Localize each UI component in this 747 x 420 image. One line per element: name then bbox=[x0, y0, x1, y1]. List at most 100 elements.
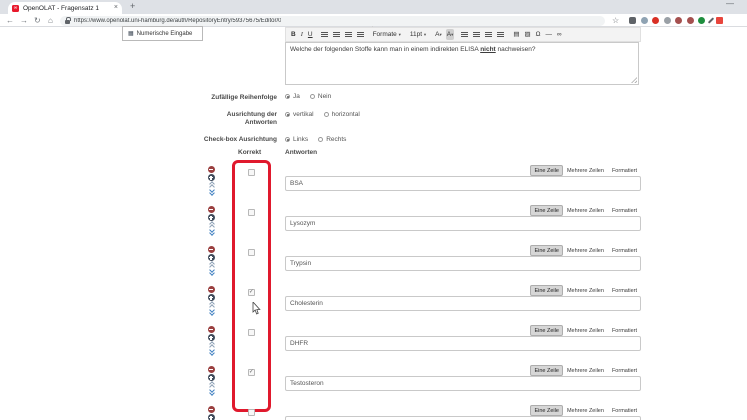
move-down-icon[interactable] bbox=[208, 189, 215, 195]
remove-answer-icon[interactable] bbox=[208, 406, 215, 413]
italic-button[interactable]: I bbox=[300, 29, 304, 40]
correct-checkbox[interactable] bbox=[248, 169, 255, 176]
move-down-icon[interactable] bbox=[208, 349, 215, 355]
extension-icon[interactable] bbox=[652, 17, 659, 24]
answer-input[interactable] bbox=[285, 256, 641, 271]
horizontal-rule-icon[interactable]: — bbox=[545, 29, 554, 40]
radio-option-nein[interactable]: Nein bbox=[310, 93, 331, 100]
palette-item-numerische-eingabe[interactable]: ▦ Numerische Eingabe bbox=[122, 26, 203, 41]
correct-checkbox[interactable]: ✓ bbox=[248, 369, 255, 376]
link-icon[interactable]: ∞ bbox=[556, 29, 563, 40]
radio-option-links[interactable]: Links bbox=[285, 136, 308, 143]
radio-icon[interactable] bbox=[318, 137, 323, 142]
extension-icon[interactable] bbox=[664, 17, 671, 24]
single-line-button[interactable]: Eine Zeile bbox=[530, 365, 562, 376]
remove-answer-icon[interactable] bbox=[208, 326, 215, 333]
multi-line-button[interactable]: Mehrere Zeilen bbox=[563, 405, 608, 416]
add-answer-icon[interactable] bbox=[208, 174, 215, 181]
answer-input[interactable] bbox=[285, 216, 641, 231]
answer-input[interactable] bbox=[285, 416, 641, 420]
remove-answer-icon[interactable] bbox=[208, 166, 215, 173]
back-icon[interactable]: ← bbox=[6, 14, 14, 27]
correct-checkbox[interactable] bbox=[248, 209, 255, 216]
extension-icon[interactable] bbox=[629, 17, 636, 24]
formatted-button[interactable]: Formatiert bbox=[608, 365, 641, 376]
add-answer-icon[interactable] bbox=[208, 374, 215, 381]
tab-close-icon[interactable]: × bbox=[114, 2, 118, 14]
remove-answer-icon[interactable] bbox=[208, 206, 215, 213]
resize-handle[interactable] bbox=[631, 77, 637, 83]
special-char-icon[interactable]: Ω bbox=[535, 29, 542, 40]
correct-checkbox[interactable] bbox=[248, 249, 255, 256]
single-line-button[interactable]: Eine Zeile bbox=[530, 245, 562, 256]
reload-icon[interactable]: ↻ bbox=[34, 14, 41, 27]
multi-line-button[interactable]: Mehrere Zeilen bbox=[563, 285, 608, 296]
text-color-button[interactable]: A▾ bbox=[434, 29, 443, 40]
numbered-list-icon[interactable] bbox=[473, 32, 480, 37]
radio-option-rechts[interactable]: Rechts bbox=[318, 136, 346, 143]
justify-icon[interactable] bbox=[357, 32, 364, 37]
remove-answer-icon[interactable] bbox=[208, 286, 215, 293]
add-answer-icon[interactable] bbox=[208, 214, 215, 221]
fontsize-dropdown[interactable]: 11pt ▾ bbox=[409, 29, 427, 40]
single-line-button[interactable]: Eine Zeile bbox=[530, 205, 562, 216]
multi-line-button[interactable]: Mehrere Zeilen bbox=[563, 245, 608, 256]
multi-line-button[interactable]: Mehrere Zeilen bbox=[563, 205, 608, 216]
answer-input[interactable] bbox=[285, 296, 641, 311]
media-icon[interactable]: ▤ bbox=[512, 29, 520, 40]
answer-input[interactable] bbox=[285, 376, 641, 391]
single-line-button[interactable]: Eine Zeile bbox=[530, 325, 562, 336]
add-answer-icon[interactable] bbox=[208, 254, 215, 261]
correct-checkbox[interactable] bbox=[248, 329, 255, 336]
extension-icon[interactable] bbox=[716, 17, 723, 24]
extension-icon[interactable] bbox=[641, 17, 648, 24]
formatted-button[interactable]: Formatiert bbox=[608, 325, 641, 336]
align-right-icon[interactable] bbox=[345, 32, 352, 37]
move-down-icon[interactable] bbox=[208, 309, 215, 315]
formatted-button[interactable]: Formatiert bbox=[608, 165, 641, 176]
radio-icon[interactable] bbox=[285, 112, 290, 117]
radio-icon[interactable] bbox=[285, 137, 290, 142]
formatted-button[interactable]: Formatiert bbox=[608, 285, 641, 296]
question-textarea[interactable]: Welche der folgenden Stoffe kann man in … bbox=[285, 42, 639, 85]
correct-checkbox[interactable]: ✓ bbox=[248, 289, 255, 296]
extension-pencil-icon[interactable] bbox=[707, 17, 713, 23]
underline-button[interactable]: U bbox=[307, 29, 314, 40]
formatted-button[interactable]: Formatiert bbox=[608, 205, 641, 216]
align-center-icon[interactable] bbox=[333, 32, 340, 37]
bullet-list-icon[interactable] bbox=[461, 32, 468, 37]
move-down-icon[interactable] bbox=[208, 269, 215, 275]
home-icon[interactable]: ⌂ bbox=[48, 14, 53, 27]
add-answer-icon[interactable] bbox=[208, 294, 215, 301]
multi-line-button[interactable]: Mehrere Zeilen bbox=[563, 165, 608, 176]
single-line-button[interactable]: Eine Zeile bbox=[530, 285, 562, 296]
radio-icon[interactable] bbox=[310, 94, 315, 99]
answer-input[interactable] bbox=[285, 336, 641, 351]
bold-button[interactable]: B bbox=[290, 29, 297, 40]
align-left-icon[interactable] bbox=[321, 32, 328, 37]
outdent-icon[interactable] bbox=[485, 32, 492, 37]
add-answer-icon[interactable] bbox=[208, 414, 215, 420]
correct-checkbox[interactable] bbox=[248, 409, 255, 416]
format-dropdown[interactable]: Formate ▾ bbox=[372, 29, 402, 40]
single-line-button[interactable]: Eine Zeile bbox=[530, 405, 562, 416]
formatted-button[interactable]: Formatiert bbox=[608, 405, 641, 416]
add-answer-icon[interactable] bbox=[208, 334, 215, 341]
address-field[interactable]: https://www.openolat.uni-hamburg.de/auth… bbox=[60, 16, 605, 26]
extension-icon[interactable] bbox=[675, 17, 682, 24]
new-tab-button[interactable]: + bbox=[130, 1, 135, 11]
ssl-lock-icon[interactable] bbox=[65, 20, 70, 24]
url-text[interactable]: https://www.openolat.uni-hamburg.de/auth… bbox=[74, 18, 281, 24]
formatted-button[interactable]: Formatiert bbox=[608, 245, 641, 256]
multi-line-button[interactable]: Mehrere Zeilen bbox=[563, 325, 608, 336]
move-down-icon[interactable] bbox=[208, 389, 215, 395]
forward-icon[interactable]: → bbox=[20, 14, 28, 27]
extension-icon[interactable] bbox=[687, 17, 694, 24]
browser-tab[interactable]: ∞ OpenOLAT - Fragensatz 1 × bbox=[8, 2, 122, 14]
radio-icon[interactable] bbox=[324, 112, 329, 117]
bookmark-star-icon[interactable]: ☆ bbox=[612, 14, 619, 27]
radio-option-horizontal[interactable]: horizontal bbox=[324, 111, 360, 118]
answer-input[interactable] bbox=[285, 176, 641, 191]
extension-icon[interactable] bbox=[698, 17, 705, 24]
multi-line-button[interactable]: Mehrere Zeilen bbox=[563, 365, 608, 376]
